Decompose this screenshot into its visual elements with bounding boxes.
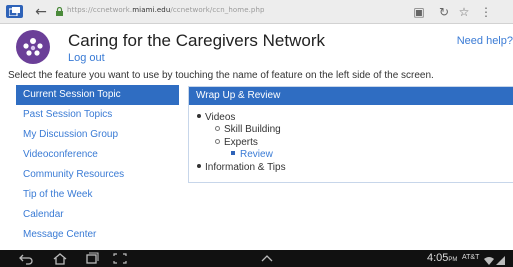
circle-bullet-icon — [215, 138, 220, 144]
network-logo-icon — [16, 30, 50, 64]
carrier-label: AT&T — [462, 254, 480, 261]
url-prefix: https://ccnetwork. — [67, 6, 133, 14]
need-help-link[interactable]: Need help? — [457, 35, 513, 47]
tree-label-skill-building: Skill Building — [224, 124, 281, 135]
circle-bullet-icon — [215, 125, 220, 131]
tab-switcher-icon[interactable]: ▣ — [411, 4, 427, 20]
address-bar[interactable]: https://ccnetwork.miami.edu/ccnetwork/cc… — [67, 6, 265, 14]
signal-icon — [496, 256, 505, 265]
review-link[interactable]: Review — [240, 149, 273, 160]
tree-label-info-tips: Information & Tips — [205, 162, 286, 173]
tree-item-review[interactable]: Review — [231, 149, 273, 161]
sidebar-item-my-discussion-group[interactable]: My Discussion Group — [16, 125, 179, 145]
tree-item-experts[interactable]: Experts — [215, 137, 258, 149]
tree-item-videos: Videos — [197, 112, 235, 124]
sidebar-item-videoconference[interactable]: Videoconference — [16, 145, 179, 165]
clock-ampm: PM — [448, 257, 458, 263]
session-topic-panel: Wrap Up & Review Videos Skill Building E… — [188, 86, 513, 183]
panel-title: Wrap Up & Review — [189, 87, 513, 105]
refresh-icon[interactable]: ↻ — [436, 4, 452, 20]
tree-label-videos: Videos — [205, 112, 236, 123]
square-bullet-icon — [231, 151, 235, 156]
sidebar-item-calendar[interactable]: Calendar — [16, 205, 179, 225]
sidebar-item-tip-of-the-week[interactable]: Tip of the Week — [16, 185, 179, 205]
bullet-icon — [197, 114, 201, 119]
feature-sidebar: Current Session Topic Past Session Topic… — [16, 85, 179, 245]
recent-apps-icon[interactable] — [84, 252, 100, 265]
browser-toolbar: ← https://ccnetwork.miami.edu/ccnetwork/… — [0, 0, 513, 24]
system-nav-bar: 4:05PM AT&T — [0, 250, 513, 267]
lock-icon — [56, 7, 63, 16]
home-icon[interactable] — [52, 252, 68, 265]
back-icon[interactable] — [18, 252, 34, 265]
sidebar-item-message-center[interactable]: Message Center — [16, 225, 179, 245]
url-domain: miami.edu — [132, 6, 171, 14]
screenshot-icon[interactable] — [112, 252, 128, 265]
sidebar-item-community-resources[interactable]: Community Resources — [16, 165, 179, 185]
sidebar-item-current-session-topic[interactable]: Current Session Topic — [16, 85, 179, 105]
tree-item-info-tips[interactable]: Information & Tips — [197, 162, 286, 174]
url-path: /ccnetwork/ccn_home.php — [170, 6, 265, 14]
tree-item-skill-building[interactable]: Skill Building — [215, 124, 281, 136]
instructions-text: Select the feature you want to use by to… — [8, 70, 434, 81]
tabs-icon[interactable] — [6, 5, 23, 18]
clock-time: 4:05 — [427, 252, 449, 264]
wifi-icon — [484, 257, 494, 265]
chevron-up-icon[interactable] — [259, 252, 275, 265]
bookmark-star-icon[interactable]: ☆ — [456, 4, 472, 20]
sidebar-item-past-session-topics[interactable]: Past Session Topics — [16, 105, 179, 125]
back-arrow-icon[interactable]: ← — [33, 4, 49, 20]
logout-link[interactable]: Log out — [68, 52, 105, 64]
page-title: Caring for the Caregivers Network — [68, 31, 325, 50]
menu-icon[interactable]: ⋮ — [478, 4, 494, 20]
tree-label-experts: Experts — [224, 137, 258, 148]
bullet-icon — [197, 164, 201, 169]
clock: 4:05PM — [427, 252, 457, 264]
